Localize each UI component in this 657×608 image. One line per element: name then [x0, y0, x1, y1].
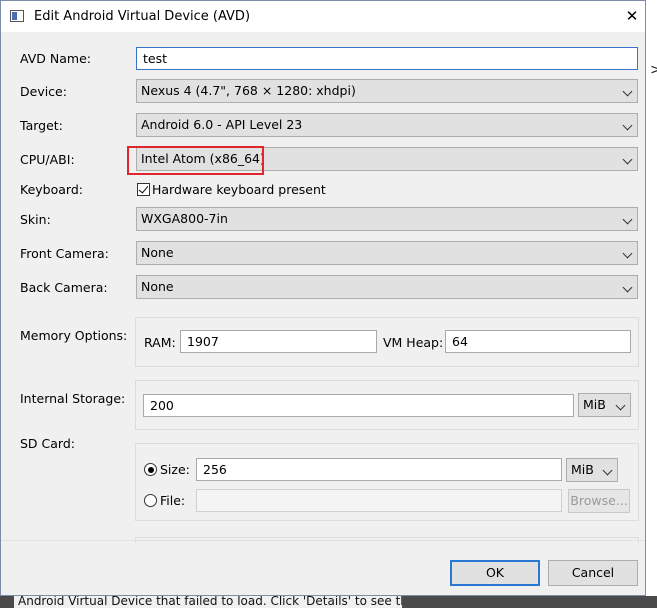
chevron-down-icon — [602, 465, 613, 476]
sd-size-radio[interactable] — [144, 463, 157, 476]
cpu-abi-label: CPU/ABI: — [20, 152, 75, 167]
sd-card-label: SD Card: — [20, 436, 75, 451]
sd-size-input[interactable] — [196, 458, 562, 481]
internal-storage-unit: MiB — [583, 397, 606, 412]
ram-label: RAM: — [144, 335, 176, 350]
target-label: Target: — [20, 118, 63, 133]
chevron-down-icon — [615, 400, 626, 411]
keyboard-label: Keyboard: — [20, 182, 83, 197]
cancel-button[interactable]: Cancel — [548, 560, 638, 586]
vm-heap-input[interactable] — [445, 330, 631, 353]
target-dropdown[interactable]: Android 6.0 - API Level 23 — [136, 113, 638, 137]
device-dropdown[interactable]: Nexus 4 (4.7", 768 × 1280: xhdpi) — [136, 79, 638, 103]
chevron-down-icon — [622, 154, 633, 165]
internal-storage-input[interactable] — [143, 394, 574, 417]
sd-file-label: File: — [160, 493, 186, 508]
internal-storage-label: Internal Storage: — [20, 391, 126, 406]
back-camera-dropdown[interactable]: None — [136, 275, 638, 299]
ok-button[interactable]: OK — [450, 560, 540, 586]
button-bar-divider — [1, 540, 645, 541]
browse-button[interactable]: Browse... — [568, 489, 630, 513]
target-value: Android 6.0 - API Level 23 — [141, 117, 303, 132]
close-button[interactable]: ✕ — [619, 3, 645, 29]
background-window-edge — [646, 0, 657, 608]
sd-size-label: Size: — [160, 462, 190, 477]
sd-size-unit-dropdown[interactable]: MiB — [566, 458, 618, 482]
chevron-down-icon — [622, 248, 633, 259]
back-camera-label: Back Camera: — [20, 280, 108, 295]
front-camera-label: Front Camera: — [20, 246, 109, 261]
window-icon — [10, 10, 24, 22]
internal-storage-unit-dropdown[interactable]: MiB — [578, 393, 631, 417]
background-status: Android Virtual Device that failed to lo… — [0, 596, 657, 608]
sd-file-radio[interactable] — [144, 494, 157, 507]
window-title: Edit Android Virtual Device (AVD) — [34, 9, 251, 24]
device-label: Device: — [20, 84, 67, 99]
back-camera-value: None — [141, 279, 174, 294]
title-bar[interactable]: Edit Android Virtual Device (AVD) ✕ — [1, 1, 645, 32]
memory-options-label: Memory Options: — [20, 328, 128, 343]
chevron-down-icon — [622, 214, 633, 225]
front-camera-dropdown[interactable]: None — [136, 241, 638, 265]
skin-dropdown[interactable]: WXGA800-7in — [136, 207, 638, 231]
background-status-text: Android Virtual Device that failed to lo… — [14, 596, 402, 608]
avd-name-input[interactable] — [136, 47, 638, 70]
ram-input[interactable] — [180, 330, 377, 353]
hardware-keyboard-checkbox[interactable] — [137, 183, 150, 196]
front-camera-value: None — [141, 245, 174, 260]
skin-value: WXGA800-7in — [141, 211, 228, 226]
avd-name-label: AVD Name: — [20, 51, 91, 66]
cpu-abi-highlight-annotation — [127, 146, 264, 175]
vm-heap-label: VM Heap: — [383, 335, 444, 350]
chevron-down-icon — [622, 120, 633, 131]
device-value: Nexus 4 (4.7", 768 × 1280: xhdpi) — [141, 83, 356, 98]
skin-label: Skin: — [20, 212, 51, 227]
chevron-down-icon — [622, 282, 633, 293]
sd-file-input[interactable] — [196, 489, 562, 512]
chevron-down-icon — [622, 86, 633, 97]
edit-avd-dialog: Edit Android Virtual Device (AVD) ✕ AVD … — [0, 0, 646, 596]
hardware-keyboard-label[interactable]: Hardware keyboard present — [152, 182, 326, 197]
background-right-text: > — [650, 62, 657, 78]
sd-size-unit: MiB — [571, 462, 594, 477]
